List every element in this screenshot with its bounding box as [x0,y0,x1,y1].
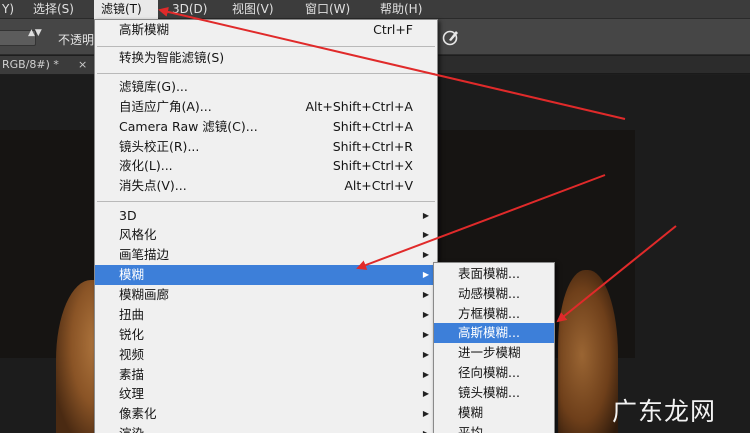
submenu-item-average[interactable]: 平均 [434,423,554,433]
menu-bar: Y) 选择(S) 滤镜(T) 3D(D) 视图(V) 窗口(W) 帮助(H) [0,0,750,19]
menu-item-liquify[interactable]: 液化(L)... Shift+Ctrl+X [95,156,437,176]
menu-window[interactable]: 窗口(W) [303,0,363,19]
menu-item-adaptive-wide-angle[interactable]: 自适应广角(A)... Alt+Shift+Ctrl+A [95,97,437,117]
submenu-arrow-icon: ▶ [422,370,429,379]
submenu-item-motion-blur[interactable]: 动感模糊... [434,284,554,304]
menu-filter[interactable]: 滤镜(T) [94,0,158,19]
menu-item-render[interactable]: 渲染 ▶ [95,424,437,433]
submenu-arrow-icon: ▶ [422,250,429,259]
submenu-item-surface-blur[interactable]: 表面模糊... [434,264,554,284]
menu-item-3d[interactable]: 3D ▶ [95,206,437,226]
submenu-item-lens-blur[interactable]: 镜头模糊... [434,383,554,403]
submenu-arrow-icon: ▶ [422,389,429,398]
menu-item-vanishing-point[interactable]: 消失点(V)... Alt+Ctrl+V [95,176,437,196]
menu-item-stylize[interactable]: 风格化 ▶ [95,225,437,245]
menu-separator [97,46,435,47]
submenu-arrow-icon: ▶ [422,230,429,239]
submenu-item-radial-blur[interactable]: 径向模糊... [434,363,554,383]
menu-item-filter-gallery[interactable]: 滤镜库(G)... [95,77,437,97]
submenu-arrow-icon: ▶ [422,290,429,299]
menu-separator [97,201,435,202]
menu-item-texture[interactable]: 纹理 ▶ [95,384,437,404]
preset-stepper-icon[interactable]: ▲▼ [28,29,42,38]
menu-item-blur[interactable]: 模糊 ▶ [95,265,437,285]
submenu-arrow-icon: ▶ [422,211,429,220]
menu-item-blur-gallery[interactable]: 模糊画廊 ▶ [95,285,437,305]
menu-item-convert-smart-filter[interactable]: 转换为智能滤镜(S) [95,48,437,68]
submenu-arrow-icon: ▶ [422,409,429,418]
menu-item-sketch[interactable]: 素描 ▶ [95,365,437,385]
blur-submenu: 表面模糊... 动感模糊... 方框模糊... 高斯模糊... 进一步模糊 径向… [433,262,555,433]
menu-item-sharpen[interactable]: 锐化 ▶ [95,325,437,345]
menu-item-lens-correction[interactable]: 镜头校正(R)... Shift+Ctrl+R [95,137,437,157]
submenu-arrow-icon: ▶ [422,350,429,359]
menu-item-camera-raw[interactable]: Camera Raw 滤镜(C)... Shift+Ctrl+A [95,117,437,137]
menu-item-video[interactable]: 视频 ▶ [95,345,437,365]
submenu-arrow-icon: ▶ [422,330,429,339]
watermark: 广东龙网 [612,397,717,426]
menu-help[interactable]: 帮助(H) [378,0,436,19]
brush-pressure-icon[interactable] [441,27,461,47]
menu-item-distort[interactable]: 扭曲 ▶ [95,305,437,325]
submenu-item-blur-more[interactable]: 进一步模糊 [434,343,554,363]
close-icon[interactable]: × [78,56,87,74]
document-tab-title: RGB/8#) * [2,58,59,71]
submenu-arrow-icon: ▶ [422,310,429,319]
menu-edit-partial[interactable]: Y) [0,0,22,19]
submenu-item-gaussian-blur[interactable]: 高斯模糊... [434,323,554,343]
submenu-arrow-icon: ▶ [423,424,429,433]
opacity-label: 不透明 [58,33,95,47]
menu-item-last-filter[interactable]: 高斯模糊 Ctrl+F [95,20,437,40]
menu-item-pixelate[interactable]: 像素化 ▶ [95,404,437,424]
menu-select[interactable]: 选择(S) [31,0,85,19]
submenu-item-box-blur[interactable]: 方框模糊... [434,304,554,324]
menu-item-brush-strokes[interactable]: 画笔描边 ▶ [95,245,437,265]
submenu-arrow-icon: ▶ [422,270,429,279]
menu-3d[interactable]: 3D(D) [170,0,216,19]
submenu-item-blur[interactable]: 模糊 [434,403,554,423]
menu-separator [97,73,435,74]
photo-subject-hair-right [558,270,618,433]
document-tab[interactable]: RGB/8#) * × [0,56,95,74]
filter-menu: 高斯模糊 Ctrl+F 转换为智能滤镜(S) 滤镜库(G)... 自适应广角(A… [94,19,438,433]
menu-view[interactable]: 视图(V) [230,0,286,19]
